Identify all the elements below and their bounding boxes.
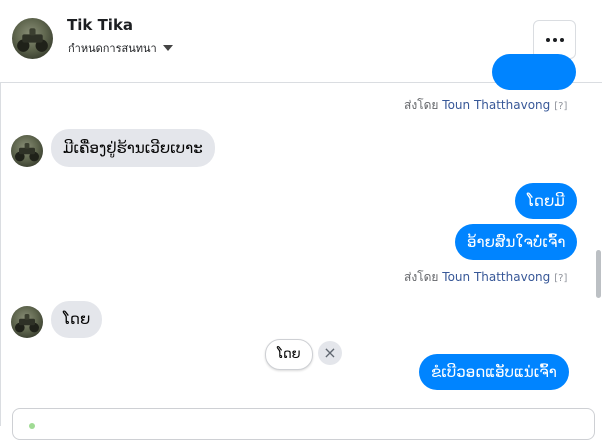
conversation-settings-label: กำหนดการสนทนา	[68, 42, 157, 55]
sent-by-prefix: ส่งโดย	[404, 270, 439, 284]
contact-avatar-small[interactable]	[11, 306, 43, 338]
atv-photo-icon	[15, 314, 39, 333]
dismiss-suggestion-icon[interactable]: ×	[318, 341, 342, 365]
atv-photo-icon	[17, 28, 48, 52]
quick-reply-suggestion[interactable]: ໂດຍ	[265, 339, 313, 370]
caret-down-icon	[162, 45, 173, 51]
incoming-message-bubble[interactable]: ມີເຄື່ອງຢູ່ຮ້ານເວີຍເບາະ	[51, 129, 215, 167]
sent-by-agent-link[interactable]: Toun Thatthavong	[442, 270, 550, 284]
outgoing-message-bubble[interactable]	[492, 54, 576, 90]
more-dot-icon	[545, 37, 550, 42]
sent-by-label: ส่งโดย Toun Thatthavong [?]	[404, 96, 567, 115]
outgoing-message-bubble[interactable]: ຂໍເບີວອດແອັບແນ່ເຈົ້າ	[419, 354, 569, 390]
sent-by-help-link[interactable]: [?]	[554, 273, 567, 284]
contact-name[interactable]: Tik Tika	[67, 16, 133, 34]
contact-avatar[interactable]	[12, 18, 53, 59]
scrollbar-thumb[interactable]	[596, 250, 601, 298]
outgoing-message-bubble[interactable]: ໂດຍມີ	[515, 183, 577, 219]
conversation-settings-dropdown[interactable]: กำหนดการสนทนา	[68, 39, 173, 57]
message-composer[interactable]	[12, 408, 595, 440]
sent-by-label: ส่งโดย Toun Thatthavong [?]	[404, 268, 567, 287]
incoming-message-bubble[interactable]: ໂດຍ	[51, 301, 103, 338]
atv-photo-icon	[15, 143, 39, 162]
composer-status-icon	[29, 423, 35, 429]
outgoing-message-bubble[interactable]: ອ້າຍສົນໃຈບໍ່ເຈົ້າ	[455, 224, 578, 260]
more-dot-icon	[552, 37, 557, 42]
more-dot-icon	[559, 37, 564, 42]
sent-by-prefix: ส่งโดย	[404, 98, 439, 112]
contact-avatar-small[interactable]	[11, 135, 43, 167]
sent-by-agent-link[interactable]: Toun Thatthavong	[442, 98, 550, 112]
sent-by-help-link[interactable]: [?]	[554, 101, 567, 112]
